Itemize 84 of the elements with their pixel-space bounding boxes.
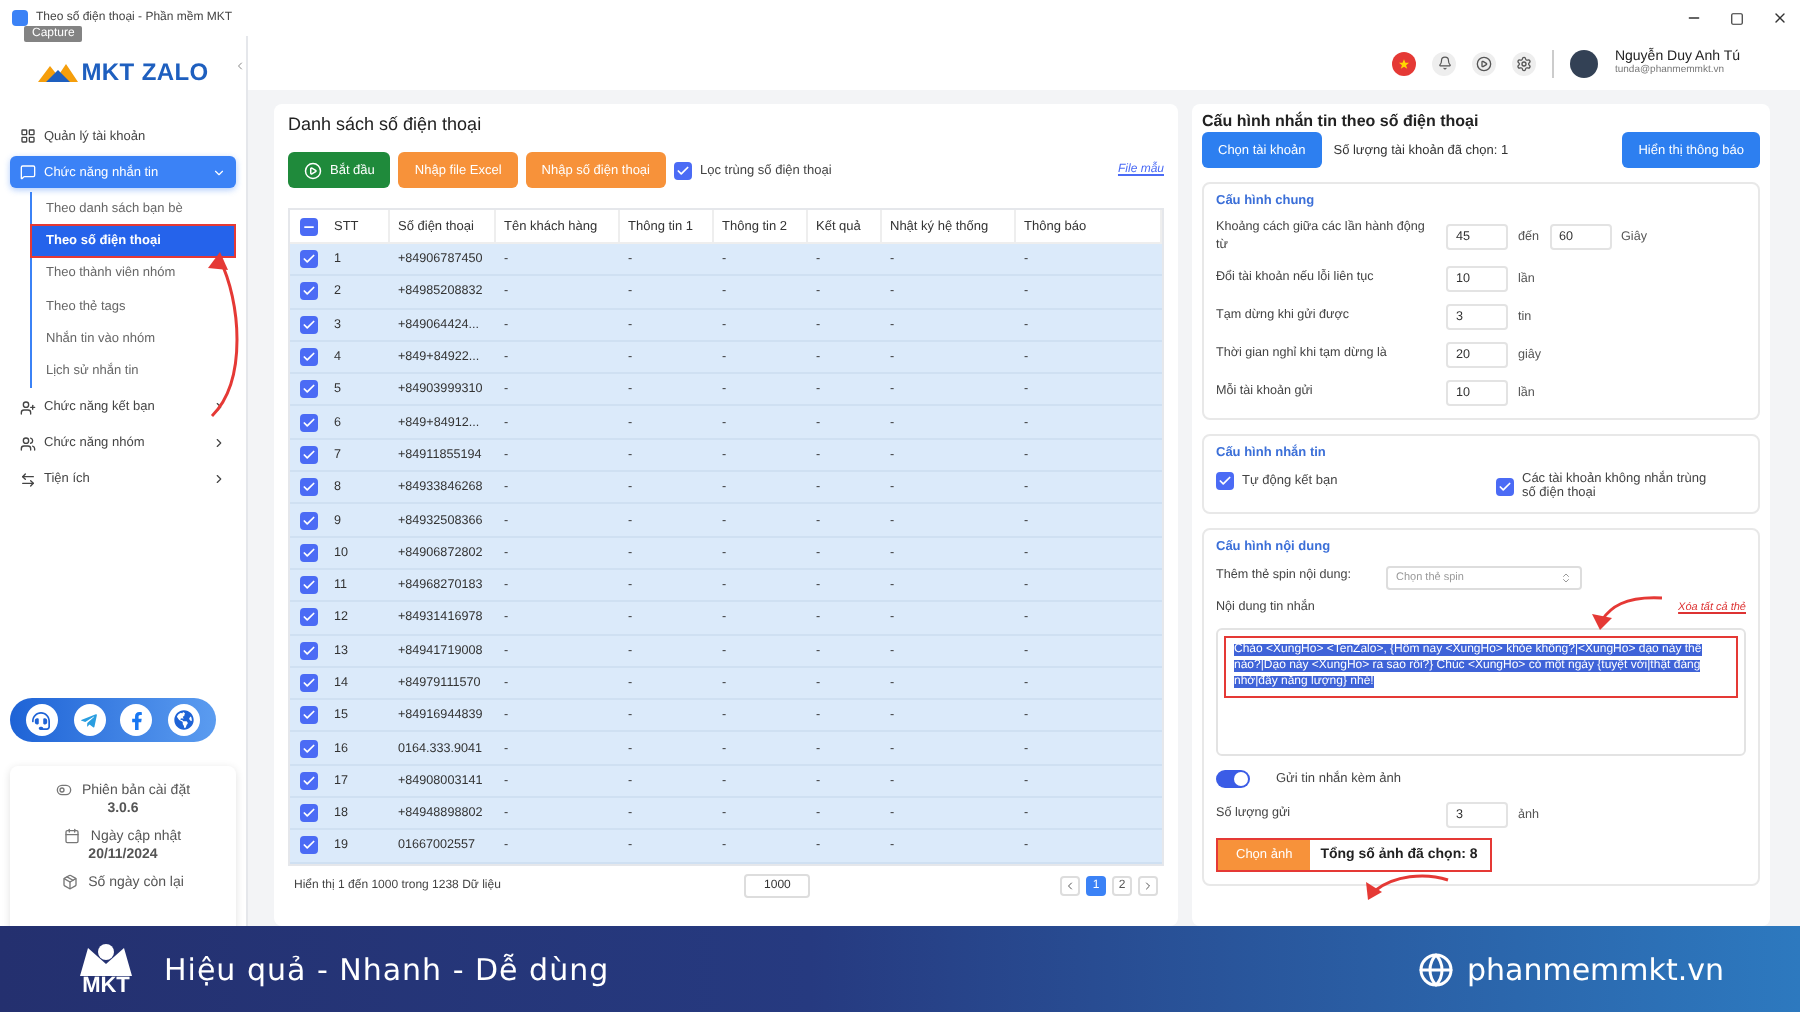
annotation-arrow [1592,596,1663,630]
bell-icon[interactable] [1432,51,1457,75]
check-icon [301,676,315,690]
checkbox[interactable] [1496,477,1514,495]
select-all-checkbox[interactable] [299,217,317,235]
check-icon [301,643,315,658]
check-icon [1498,479,1512,493]
chevron-left-icon [1063,879,1076,892]
flag-icon[interactable] [1392,51,1417,75]
banner-slogan: Hiệu quả - Nhanh - Dễ dùng [164,951,610,987]
check-icon [301,447,315,462]
headset-icon[interactable] [25,704,58,736]
chevron-right-icon [212,472,226,487]
row-checkbox[interactable] [299,608,317,627]
row-checkbox[interactable] [299,315,317,334]
toggle-switch[interactable] [1216,769,1250,787]
avatar [1570,49,1599,77]
check-icon [301,382,315,397]
chevron-right-icon [1141,879,1154,892]
chat-icon [20,164,36,180]
check-icon [301,741,315,756]
check-icon [301,252,315,267]
row-checkbox[interactable] [299,804,317,823]
chevron-down-icon [212,165,226,179]
check-icon [301,350,315,365]
mkt-logo-icon [76,940,136,976]
check-icon [301,545,315,560]
check-icon [301,773,315,788]
swap-icon [20,471,36,488]
row-checkbox[interactable] [299,739,317,758]
telegram-icon[interactable] [73,704,106,736]
check-icon [301,708,315,723]
row-checkbox[interactable] [299,706,317,725]
checkbox[interactable] [1216,472,1234,490]
row-checkbox[interactable] [299,413,317,432]
row-checkbox[interactable] [299,836,317,855]
checkbox[interactable] [674,161,692,179]
close-icon[interactable] [1772,10,1788,26]
row-checkbox[interactable] [299,674,317,692]
user-plus-icon [20,399,36,416]
play-icon [304,161,322,179]
check-icon [301,480,315,495]
maximize-icon[interactable] [1730,11,1744,25]
app-logo: MKT ZALO [81,58,209,86]
prev-page-button[interactable] [1059,875,1080,896]
check-icon [301,284,315,299]
row-checkbox[interactable] [299,445,317,464]
row-checkbox[interactable] [299,511,317,530]
globe-icon[interactable] [168,704,201,736]
settings-icon[interactable] [1512,51,1537,75]
logo-icon [37,62,78,82]
check-icon [301,578,315,593]
chevron-right-icon [212,436,226,451]
row-checkbox[interactable] [299,478,317,497]
check-icon [301,838,315,853]
banner-logo: MKT [82,976,130,998]
row-checkbox[interactable] [299,543,317,562]
calendar-icon [64,828,81,844]
row-checkbox[interactable] [299,641,317,660]
play-icon[interactable] [1472,51,1497,75]
grid-icon [20,128,36,144]
app-icon [12,10,28,26]
panel-title: Danh sách số điện thoại [288,114,484,134]
row-checkbox[interactable] [299,380,317,399]
row-checkbox[interactable] [299,576,317,595]
panel-title: Cấu hình nhắn tin theo số điện thoại [1202,112,1481,130]
check-icon [1218,474,1232,488]
row-checkbox[interactable] [299,282,317,301]
check-icon [301,513,315,528]
check-icon [676,163,690,177]
check-icon [301,415,315,430]
users-icon [20,435,36,452]
row-checkbox[interactable] [299,348,317,367]
row-checkbox[interactable] [299,250,317,269]
website-text: phanmemmkt.vn [1466,951,1724,987]
next-page-button[interactable] [1137,875,1158,896]
facebook-icon[interactable] [120,704,153,736]
row-checkbox[interactable] [299,771,317,790]
check-icon [301,806,315,821]
toggle-icon [55,782,72,798]
check-icon [301,610,315,625]
box-icon [62,874,79,890]
globe-icon [1418,951,1455,987]
check-icon [301,317,315,332]
